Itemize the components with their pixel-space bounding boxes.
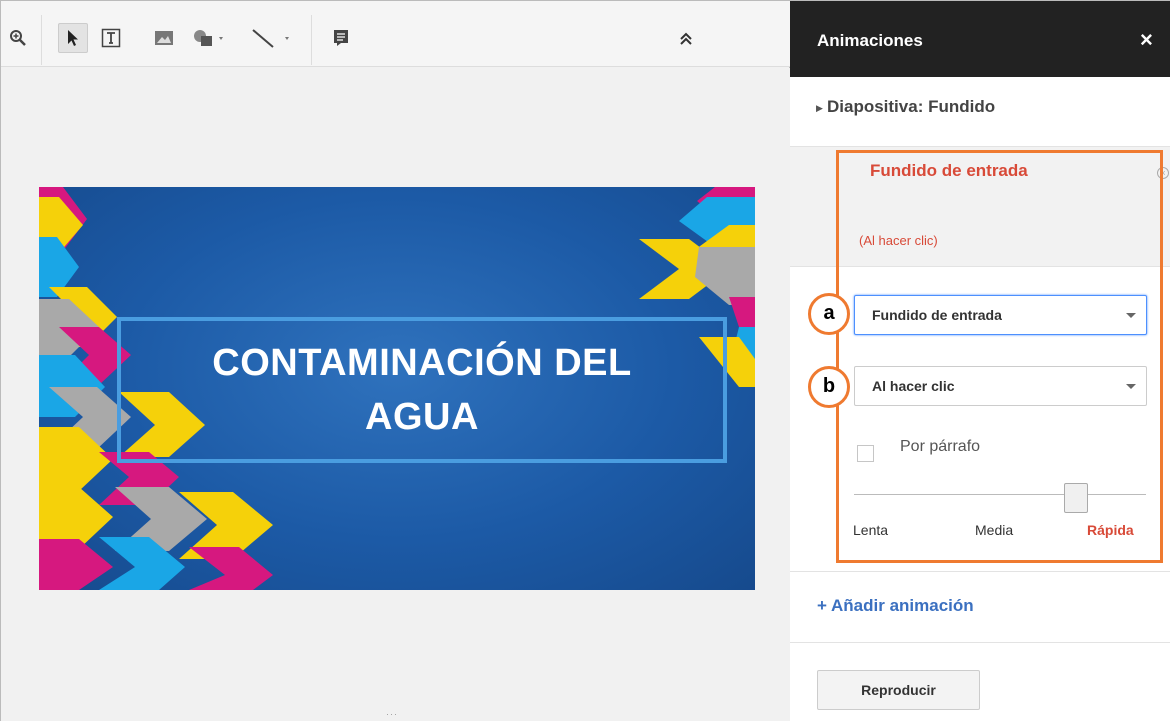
effect-select-value: Fundido de entrada: [872, 307, 1002, 323]
panel-header: Animaciones ×: [790, 1, 1170, 77]
toolbar-separator: [41, 15, 42, 65]
remove-animation-icon[interactable]: ×: [1157, 167, 1169, 179]
animation-item[interactable]: Fundido de entrada × (Al hacer clic): [790, 147, 1170, 267]
annotation-badge-b: b: [808, 366, 850, 408]
cursor-icon[interactable]: [58, 23, 88, 53]
play-button[interactable]: Reproducir: [817, 670, 980, 710]
slide[interactable]: CONTAMINACIÓN DEL AGUA: [39, 187, 755, 590]
speed-slider-track[interactable]: [854, 494, 1146, 495]
speed-medium-label: Media: [975, 522, 1014, 538]
by-paragraph-label: Por párrafo: [900, 438, 981, 455]
chevron-down-icon: [1126, 313, 1136, 318]
double-chevron-up-icon[interactable]: [673, 23, 699, 53]
toolbar: [1, 1, 791, 67]
close-icon[interactable]: ×: [1140, 27, 1153, 53]
chevron-down-icon: [1126, 384, 1136, 389]
divider: [790, 571, 1170, 572]
trigger-select-value: Al hacer clic: [872, 378, 955, 394]
line-icon[interactable]: [246, 23, 296, 53]
speed-fast-label: Rápida: [1087, 522, 1134, 538]
image-icon[interactable]: [151, 23, 177, 53]
animation-trigger: (Al hacer clic): [859, 233, 938, 248]
toolbar-separator: [311, 15, 312, 65]
slide-transition-row[interactable]: ▶ Diapositiva: Fundido: [790, 77, 1170, 147]
animations-panel: Animaciones × ▶ Diapositiva: Fundido Fun…: [790, 0, 1170, 721]
annotation-badge-a: a: [808, 293, 850, 335]
animation-name: Fundido de entrada: [870, 161, 1028, 180]
effect-select[interactable]: Fundido de entrada: [854, 295, 1147, 335]
editor-area: CONTAMINACIÓN DEL AGUA ···: [0, 0, 791, 721]
add-animation-link[interactable]: + Añadir animación: [817, 596, 974, 616]
resize-handle[interactable]: ···: [386, 709, 398, 719]
panel-title: Animaciones: [817, 31, 923, 50]
divider: [790, 642, 1170, 643]
textbox-icon[interactable]: [98, 23, 124, 53]
slide-title[interactable]: CONTAMINACIÓN DEL AGUA: [212, 336, 631, 444]
trigger-select[interactable]: Al hacer clic: [854, 366, 1147, 406]
shape-icon[interactable]: [191, 23, 227, 53]
zoom-icon[interactable]: [7, 23, 29, 53]
speed-slow-label: Lenta: [853, 522, 889, 538]
by-paragraph-checkbox[interactable]: [857, 445, 874, 462]
title-placeholder[interactable]: CONTAMINACIÓN DEL AGUA: [117, 317, 727, 463]
triangle-right-icon: ▶: [816, 103, 823, 113]
comment-icon[interactable]: [329, 23, 353, 53]
speed-slider-thumb[interactable]: [1063, 483, 1088, 513]
slide-transition-label[interactable]: Diapositiva: Fundido: [827, 97, 995, 117]
